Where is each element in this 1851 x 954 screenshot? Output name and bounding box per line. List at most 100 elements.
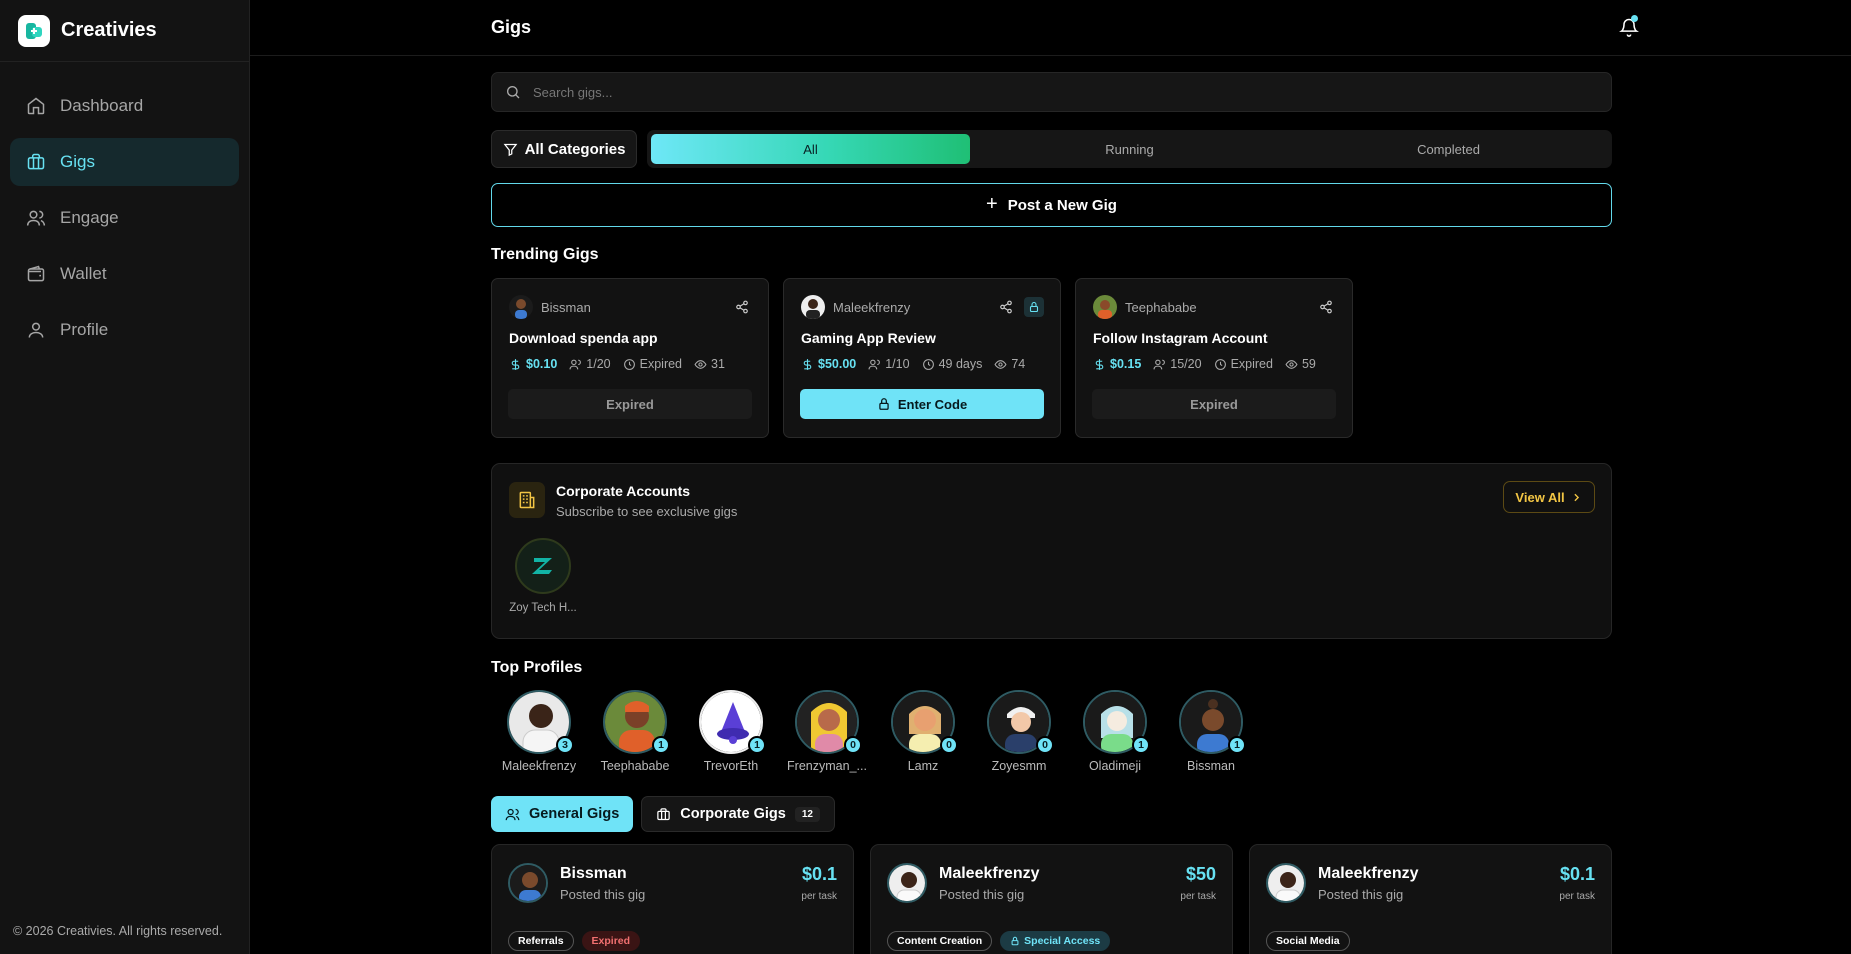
users-icon	[26, 210, 46, 226]
lock-icon	[879, 398, 889, 410]
corporate-accounts-panel: Corporate Accounts Subscribe to see excl…	[491, 463, 1612, 639]
special-access-label: Special Access	[1024, 935, 1101, 947]
profile-item[interactable]: 0 Lamz	[875, 690, 971, 773]
search-input[interactable]	[533, 84, 1533, 100]
profile-item[interactable]: 0 Zoyesmm	[971, 690, 1067, 773]
sidebar-item-dashboard[interactable]: Dashboard	[10, 82, 239, 130]
tab-completed[interactable]: Completed	[1289, 134, 1608, 164]
filter-row: All Categories All Running Completed	[491, 130, 1612, 168]
all-categories-button[interactable]: All Categories	[491, 130, 637, 168]
sidebar-item-label: Gigs	[60, 152, 95, 171]
sidebar-item-label: Profile	[60, 320, 109, 339]
users-icon	[505, 808, 520, 820]
profile-item[interactable]: 1 Bissman	[1163, 690, 1259, 773]
dollar-icon	[803, 358, 812, 370]
tab-all[interactable]: All	[651, 134, 970, 164]
gig-views: 31	[711, 357, 725, 371]
gig-type-tabs: General Gigs Corporate Gigs 12	[491, 796, 1612, 832]
briefcase-icon	[657, 807, 671, 820]
trending-gig-card[interactable]: Maleekfrenzy Gaming App Review $50.00 1/…	[783, 278, 1061, 438]
gig-price: $50.00	[818, 357, 857, 371]
corporate-account-item[interactable]: Zoy Tech H...	[507, 538, 579, 614]
user-icon	[28, 322, 44, 338]
profile-count-badge: 0	[1036, 736, 1054, 754]
gigs-content: All Categories All Running Completed + P…	[491, 72, 1612, 954]
view-all-button[interactable]: View All	[1503, 481, 1595, 513]
users-icon	[868, 359, 881, 369]
gig-title: Download spenda app	[509, 330, 658, 346]
corporate-accounts-subtitle: Subscribe to see exclusive gigs	[556, 504, 738, 519]
sidebar: Creativies Dashboard Gigs Engage Wallet …	[0, 0, 250, 954]
avatar	[887, 863, 927, 903]
gig-author: Maleekfrenzy	[1318, 865, 1419, 882]
clock-icon	[623, 358, 635, 370]
enter-code-button[interactable]: Enter Code	[800, 389, 1044, 419]
avatar	[509, 295, 533, 319]
view-all-label: View All	[1515, 489, 1565, 505]
profile-item[interactable]: 0 Frenzyman_...	[779, 690, 875, 773]
gig-price: $0.15	[1110, 357, 1142, 371]
tab-label: General Gigs	[529, 806, 620, 822]
share-icon[interactable]	[996, 297, 1016, 317]
dollar-icon	[511, 358, 520, 370]
brand-logo-icon	[18, 14, 50, 47]
gig-card[interactable]: Maleekfrenzy Posted this gig $50 per tas…	[870, 844, 1233, 954]
gig-card[interactable]: Bissman Posted this gig $0.1 per task Re…	[491, 844, 854, 954]
trending-gig-card[interactable]: Bissman Download spenda app $0.10 1/20 E…	[491, 278, 769, 438]
profile-name: TrevorEth	[703, 759, 759, 773]
brand[interactable]: Creativies	[0, 0, 249, 62]
profile-name: Maleekfrenzy	[501, 759, 577, 773]
profile-name: Zoyesmm	[991, 759, 1047, 773]
users-icon	[569, 359, 582, 369]
profile-item[interactable]: 1 Oladimeji	[1067, 690, 1163, 773]
gig-author: Bissman	[560, 865, 627, 882]
chevron-right-icon	[1573, 493, 1579, 501]
lock-icon[interactable]	[1024, 297, 1044, 317]
gig-author: Maleekfrenzy	[939, 865, 1040, 882]
expired-button: Expired	[1092, 389, 1336, 419]
briefcase-icon	[27, 153, 45, 170]
gig-card[interactable]: Maleekfrenzy Posted this gig $0.1 per ta…	[1249, 844, 1612, 954]
post-gig-label: Post a New Gig	[1007, 196, 1117, 214]
share-icon[interactable]	[732, 297, 752, 317]
tab-general-gigs[interactable]: General Gigs	[491, 796, 634, 832]
gig-author: Teephababe	[1125, 299, 1197, 315]
profile-count-badge: 3	[556, 736, 574, 754]
corporate-gigs-count: 12	[794, 806, 820, 822]
expired-button: Expired	[508, 389, 752, 419]
profile-item[interactable]: 1 TrevorEth	[683, 690, 779, 773]
share-icon[interactable]	[1316, 297, 1336, 317]
gig-slots: 15/20	[1170, 357, 1202, 371]
gig-slots: 1/10	[885, 357, 910, 371]
tab-corporate-gigs[interactable]: Corporate Gigs 12	[641, 796, 835, 832]
profile-item[interactable]: 1 Teephababe	[587, 690, 683, 773]
gig-time: Expired	[639, 357, 683, 371]
status-tabs: All Running Completed	[647, 130, 1612, 168]
gig-slots: 1/20	[586, 357, 611, 371]
clock-icon	[922, 358, 934, 370]
gig-price: $0.10	[526, 357, 558, 371]
home-icon	[27, 97, 45, 115]
sidebar-item-engage[interactable]: Engage	[10, 194, 239, 242]
gig-title: Gaming App Review	[801, 330, 936, 346]
sidebar-item-profile[interactable]: Profile	[10, 306, 239, 354]
gig-title: Follow Instagram Account	[1093, 330, 1268, 346]
gig-views: 59	[1301, 357, 1316, 371]
wallet-icon	[27, 265, 45, 282]
sidebar-item-wallet[interactable]: Wallet	[10, 250, 239, 298]
profile-item[interactable]: 3 Maleekfrenzy	[491, 690, 587, 773]
category-tag: Social Media	[1266, 931, 1350, 951]
sidebar-item-gigs[interactable]: Gigs	[10, 138, 239, 186]
gig-price: $0.1	[1559, 864, 1595, 884]
dollar-icon	[1095, 358, 1104, 370]
trending-gig-card[interactable]: Teephababe Follow Instagram Account $0.1…	[1075, 278, 1353, 438]
gig-price: $0.1	[801, 864, 837, 884]
avatar	[1093, 295, 1117, 319]
corporate-account-name: Zoy Tech H...	[509, 602, 577, 614]
gig-price-unit: per task	[1180, 891, 1216, 902]
gig-subtitle: Posted this gig	[560, 887, 646, 902]
tab-running[interactable]: Running	[970, 134, 1289, 164]
gig-views: 74	[1011, 357, 1026, 371]
post-new-gig-button[interactable]: + Post a New Gig	[491, 183, 1612, 227]
sidebar-item-label: Wallet	[60, 264, 107, 283]
